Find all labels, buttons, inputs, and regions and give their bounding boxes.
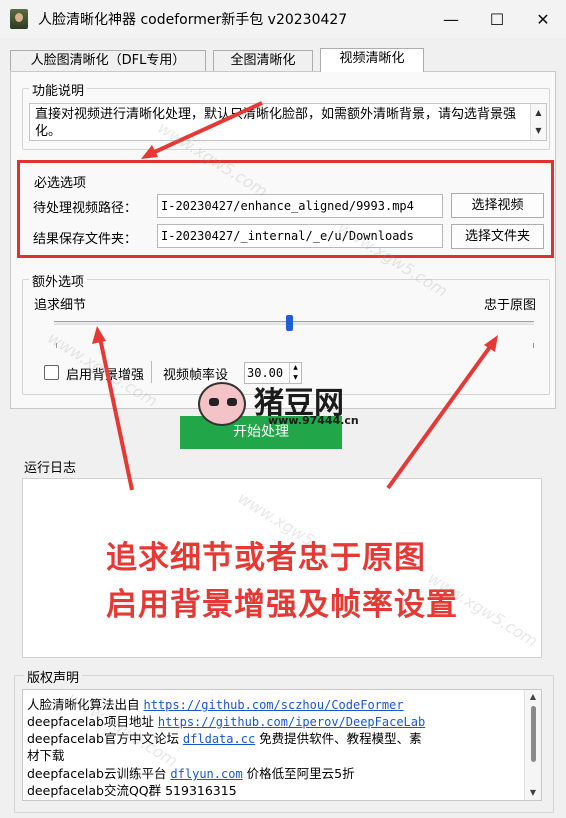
highlight-rectangle bbox=[17, 160, 554, 258]
options-separator bbox=[151, 361, 152, 383]
dflyun-link[interactable]: dflyun.com bbox=[170, 767, 242, 781]
desc-scrollbar[interactable]: ▲ ▼ bbox=[530, 104, 546, 140]
tab-video[interactable]: 视频清晰化 bbox=[320, 48, 424, 72]
watermark-logo: 猪豆网 www.97444.cn bbox=[198, 378, 370, 430]
log-title: 运行日志 bbox=[24, 461, 77, 476]
window-title: 人脸清晰化神器 codeformer新手包 v20230427 bbox=[38, 12, 348, 28]
fidelity-slider-track[interactable] bbox=[54, 321, 534, 325]
scroll-down-icon[interactable]: ▼ bbox=[525, 786, 541, 800]
minimize-button[interactable]: — bbox=[428, 0, 474, 38]
scroll-up-icon[interactable]: ▲ bbox=[525, 690, 541, 704]
tab-face-image[interactable]: 人脸图清晰化（DFL专用） bbox=[10, 50, 206, 71]
annotation-line-1: 追求细节或者忠于原图 bbox=[106, 540, 426, 576]
tab-bar: 人脸图清晰化（DFL专用） 全图清晰化 视频清晰化 bbox=[10, 48, 556, 72]
scroll-up-icon[interactable]: ▲ bbox=[531, 104, 546, 122]
deepfacelab-link[interactable]: https://github.com/iperov/DeepFaceLab bbox=[158, 715, 425, 729]
dfldata-link[interactable]: dfldata.cc bbox=[183, 732, 255, 746]
codeformer-link[interactable]: https://github.com/sczhou/CodeFormer bbox=[143, 698, 403, 712]
maximize-button[interactable]: ☐ bbox=[474, 0, 520, 38]
app-icon bbox=[10, 9, 28, 29]
function-desc-body: 直接对视频进行清晰化处理，默认只清晰化脸部，如需额外清晰背景，请勾选背景强化。 bbox=[35, 107, 517, 139]
pig-logo-icon bbox=[198, 382, 246, 426]
scroll-down-icon[interactable]: ▼ bbox=[531, 122, 546, 140]
function-desc-group: 功能说明 直接对视频进行清晰化处理，默认只清晰化脸部，如需额外清晰背景，请勾选背… bbox=[22, 80, 550, 150]
copyright-title: 版权声明 bbox=[24, 667, 83, 686]
extra-options-title: 额外选项 bbox=[29, 271, 88, 290]
annotation-text: 追求细节或者忠于原图 启用背景增强及帧率设置 bbox=[106, 535, 458, 629]
bg-enhance-checkbox[interactable] bbox=[44, 365, 59, 380]
scrollbar-thumb[interactable] bbox=[531, 706, 536, 762]
fidelity-slider-thumb[interactable] bbox=[286, 315, 294, 331]
function-desc-title: 功能说明 bbox=[29, 80, 88, 99]
slider-tick bbox=[533, 343, 534, 348]
annotation-line-2: 启用背景增强及帧率设置 bbox=[106, 587, 458, 623]
copyright-line: deepfacelab交流QQ群 519316315 bbox=[27, 783, 237, 798]
copyright-scrollbar[interactable]: ▲ ▼ bbox=[524, 690, 541, 800]
copyright-line: 材下载 bbox=[27, 748, 65, 763]
watermark-logo-url: www.97444.cn bbox=[268, 414, 359, 427]
close-button[interactable]: ✕ bbox=[520, 0, 566, 38]
slider-left-label: 追求细节 bbox=[34, 298, 87, 313]
spin-up-icon[interactable]: ▲ bbox=[290, 363, 301, 373]
function-desc-text: 直接对视频进行清晰化处理，默认只清晰化脸部，如需额外清晰背景，请勾选背景强化。 … bbox=[29, 103, 547, 141]
title-bar: 人脸清晰化神器 codeformer新手包 v20230427 — ☐ ✕ bbox=[0, 0, 566, 38]
slider-right-label: 忠于原图 bbox=[484, 298, 537, 313]
copyright-line: deepfacelab官方中文论坛 dfldata.cc 免费提供软件、教程模型… bbox=[27, 731, 422, 746]
tab-full-image[interactable]: 全图清晰化 bbox=[213, 50, 313, 71]
